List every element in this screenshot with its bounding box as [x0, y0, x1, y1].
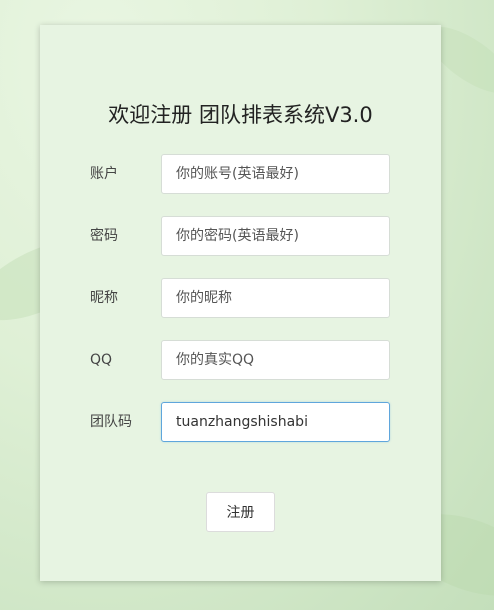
qq-label: QQ — [90, 352, 113, 368]
qq-row: QQ — [40, 340, 441, 380]
nickname-input[interactable] — [161, 278, 390, 318]
team-code-label: 团队码 — [90, 414, 132, 430]
register-button[interactable]: 注册 — [206, 492, 275, 532]
team-code-input[interactable] — [161, 402, 390, 442]
team-code-row: 团队码 — [40, 402, 441, 442]
nickname-label: 昵称 — [90, 290, 118, 306]
password-input[interactable] — [161, 216, 390, 256]
password-label: 密码 — [90, 228, 118, 244]
register-card: 欢迎注册 团队排表系统V3.0 账户 密码 昵称 QQ 团队码 注册 — [40, 25, 441, 581]
page-title: 欢迎注册 团队排表系统V3.0 — [108, 103, 373, 127]
password-row: 密码 — [40, 216, 441, 256]
account-input[interactable] — [161, 154, 390, 194]
account-row: 账户 — [40, 154, 441, 194]
qq-input[interactable] — [161, 340, 390, 380]
nickname-row: 昵称 — [40, 278, 441, 318]
account-label: 账户 — [90, 166, 118, 182]
